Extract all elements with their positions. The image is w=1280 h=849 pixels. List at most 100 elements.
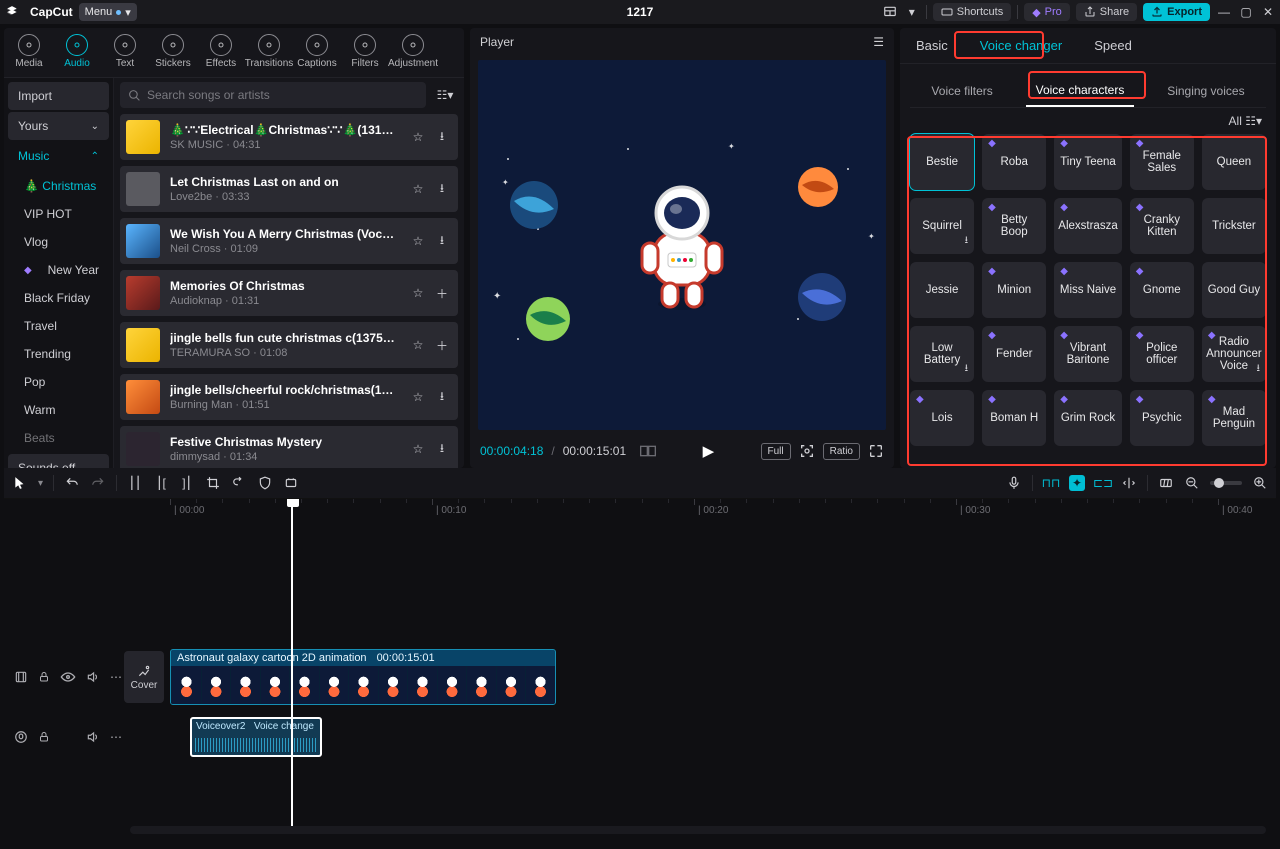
left-tab-audio[interactable]: Audio — [54, 32, 100, 71]
favorite-icon[interactable]: ☆ — [410, 179, 426, 200]
more-icon[interactable]: ⋯ — [110, 730, 122, 744]
zoom-out-icon[interactable] — [1184, 475, 1200, 491]
subtab-voice-characters[interactable]: Voice characters — [1026, 75, 1135, 107]
favorite-icon[interactable]: ☆ — [410, 285, 426, 302]
subtab-singing-voices[interactable]: Singing voices — [1157, 76, 1254, 106]
full-button[interactable]: Full — [761, 443, 791, 460]
voice-low-battery[interactable]: Low Battery⭳ — [910, 326, 974, 382]
voice-lois[interactable]: ◆Lois — [910, 390, 974, 446]
zoom-slider[interactable] — [1210, 481, 1242, 485]
layout-icon[interactable] — [882, 4, 898, 20]
redo-icon[interactable] — [90, 475, 106, 491]
voice-roba[interactable]: ◆Roba — [982, 134, 1046, 190]
voiceover-icon[interactable] — [14, 730, 28, 744]
voice-good-guy[interactable]: Good Guy — [1202, 262, 1266, 318]
left-tab-transitions[interactable]: Transitions — [246, 32, 292, 71]
category-beats[interactable]: Beats — [8, 424, 109, 452]
left-tab-stickers[interactable]: Stickers — [150, 32, 196, 71]
preview-area[interactable]: ✦✦ ✦✦ — [478, 60, 886, 430]
all-dropdown[interactable]: All ☷▾ — [1229, 114, 1262, 128]
voice-grim-rock[interactable]: ◆Grim Rock — [1054, 390, 1121, 446]
left-tab-text[interactable]: Text — [102, 32, 148, 71]
search-input[interactable]: Search songs or artists — [120, 82, 426, 108]
left-tab-effects[interactable]: Effects — [198, 32, 244, 71]
lock-icon[interactable] — [38, 730, 50, 744]
voice-miss-naive[interactable]: ◆Miss Naive — [1054, 262, 1121, 318]
eye-icon[interactable] — [60, 671, 76, 683]
sounds-effects-button[interactable]: Sounds eff…⌄ — [8, 454, 109, 468]
playhead[interactable] — [291, 499, 293, 828]
preview-axis-icon[interactable] — [1121, 475, 1137, 491]
add-icon[interactable]: ＋ — [434, 337, 450, 354]
category-travel[interactable]: Travel — [8, 312, 109, 340]
split-icon[interactable]: ⎮⎮ — [127, 475, 143, 491]
favorite-icon[interactable]: ☆ — [410, 439, 426, 460]
voice-female-sales[interactable]: ◆Female Sales — [1130, 134, 1194, 190]
maximize-icon[interactable]: ▢ — [1238, 4, 1254, 20]
favorite-icon[interactable]: ☆ — [410, 231, 426, 252]
timeline[interactable]: | 00:00| 00:10| 00:20| 00:30| 00:40 ⋯ Co… — [4, 498, 1276, 838]
voice-jessie[interactable]: Jessie — [910, 262, 974, 318]
download-icon[interactable]: ⭳ — [434, 179, 450, 200]
song-item[interactable]: We Wish You A Merry Christmas (Vocals)Ne… — [120, 218, 458, 264]
linkage-icon[interactable]: ⊏⊐ — [1095, 475, 1111, 491]
left-tab-adjustment[interactable]: Adjustment — [390, 32, 436, 71]
zoom-in-icon[interactable] — [1252, 475, 1268, 491]
category-black-friday[interactable]: Black Friday — [8, 284, 109, 312]
voice-mad-penguin[interactable]: ◆Mad Penguin — [1202, 390, 1266, 446]
audio-clip[interactable]: Voiceover2 Voice change — [190, 717, 322, 757]
voice-trickster[interactable]: Trickster — [1202, 198, 1266, 254]
tab-voice-changer[interactable]: Voice changer — [964, 28, 1078, 63]
auto-snap-icon[interactable]: ✦ — [1069, 475, 1085, 491]
download-icon[interactable]: ⭳ — [434, 231, 450, 252]
song-item[interactable]: Festive Christmas Mysterydimmysad · 01:3… — [120, 426, 458, 468]
song-item[interactable]: jingle bells/cheerful rock/christmas(137… — [120, 374, 458, 420]
song-item[interactable]: jingle bells fun cute christmas c(137591… — [120, 322, 458, 368]
voice-alexstrasza[interactable]: ◆Alexstrasza — [1054, 198, 1121, 254]
ratio-button[interactable]: Ratio — [823, 443, 860, 460]
share-button[interactable]: Share — [1076, 3, 1137, 21]
shield-icon[interactable] — [257, 475, 273, 491]
cover-button[interactable]: Cover — [124, 651, 164, 703]
trim-right-icon[interactable]: ]⎮ — [179, 475, 195, 491]
favorite-icon[interactable]: ☆ — [410, 337, 426, 354]
download-icon[interactable]: ⭳ — [434, 439, 450, 460]
voice-psychic[interactable]: ◆Psychic — [1130, 390, 1194, 446]
freeze-icon[interactable] — [283, 475, 299, 491]
left-tab-captions[interactable]: Captions — [294, 32, 340, 71]
import-button[interactable]: Import — [8, 82, 109, 110]
menu-button[interactable]: Menu ▾ — [79, 3, 137, 21]
voice-police-officer[interactable]: ◆Police officer — [1130, 326, 1194, 382]
music-button[interactable]: Music⌃ — [8, 142, 109, 170]
voice-radio-announcer-voice[interactable]: ◆Radio Announcer Voice⭳ — [1202, 326, 1266, 382]
tab-basic[interactable]: Basic — [900, 28, 964, 63]
voice-queen[interactable]: Queen — [1202, 134, 1266, 190]
voice-bestie[interactable]: Bestie — [910, 134, 974, 190]
voice-fender[interactable]: ◆Fender — [982, 326, 1046, 382]
menu-icon[interactable]: ☰ — [873, 35, 884, 49]
favorite-icon[interactable]: ☆ — [410, 387, 426, 408]
voice-gnome[interactable]: ◆Gnome — [1130, 262, 1194, 318]
song-item[interactable]: Let Christmas Last on and onLove2be · 03… — [120, 166, 458, 212]
mute-icon[interactable] — [86, 670, 100, 684]
category-christmas[interactable]: 🎄 Christmas — [8, 172, 109, 200]
add-icon[interactable]: ＋ — [434, 285, 450, 302]
scan-icon[interactable] — [799, 443, 815, 459]
undo-icon[interactable] — [64, 475, 80, 491]
main-track-magnet-icon[interactable]: ⊓⊓ — [1043, 475, 1059, 491]
category-vlog[interactable]: Vlog — [8, 228, 109, 256]
category-trending[interactable]: Trending — [8, 340, 109, 368]
voice-cranky-kitten[interactable]: ◆Cranky Kitten — [1130, 198, 1194, 254]
category-pop[interactable]: Pop — [8, 368, 109, 396]
voice-minion[interactable]: ◆Minion — [982, 262, 1046, 318]
mute-icon[interactable] — [86, 730, 100, 744]
trim-left-icon[interactable]: ⎮[ — [153, 475, 169, 491]
voice-squirrel[interactable]: Squirrel⭳ — [910, 198, 974, 254]
crop-icon[interactable] — [205, 475, 221, 491]
more-icon[interactable]: ⋯ — [110, 670, 122, 684]
filter-icon[interactable]: ☷▾ — [432, 82, 458, 108]
fx-icon[interactable] — [14, 670, 28, 684]
song-item[interactable]: 🎄∵∵Electrical🎄Christmas∵∵🎄(1316890)SK MU… — [120, 114, 458, 160]
voice-betty-boop[interactable]: ◆Betty Boop — [982, 198, 1046, 254]
compare-icon[interactable] — [640, 443, 656, 459]
